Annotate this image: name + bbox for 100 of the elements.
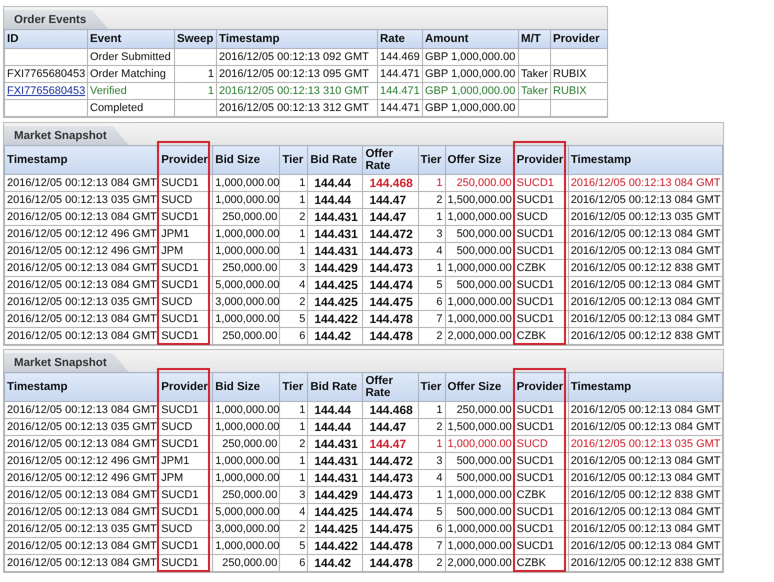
table-cell: SUCD [158,192,213,208]
table-cell: 1 [418,486,446,504]
table-cell: 2016/12/05 00:12:13 312 GMT [216,100,378,116]
table-cell: SUCD1 [514,520,568,538]
table-cell: 2016/12/05 00:12:12 496 GMT [4,452,159,470]
column-header: Offer Rate [362,372,418,402]
table-cell: 2016/12/05 00:12:13 084 GMT [4,260,159,276]
table-cell: 144.472 [362,452,418,470]
table-cell: 2016/12/05 00:12:12 838 GMT [568,328,722,344]
table-cell: 1 [280,452,308,470]
table-cell: 2016/12/05 00:12:13 084 GMT [568,452,722,470]
table-cell: 144.472 [362,226,418,242]
table-cell: SUCD1 [514,470,568,486]
table-cell: 144.44 [308,402,363,418]
table-cell: SUCD1 [514,226,568,242]
table-cell: Taker [518,82,550,100]
table-cell: 3 [418,452,446,470]
table-cell: JPM1 [158,226,213,242]
table-cell: 1 [418,402,446,418]
table-cell: 2016/12/05 00:12:13 084 GMT [568,242,722,260]
table-cell: 2 [280,520,308,538]
table-cell: 2016/12/05 00:12:13 084 GMT [568,538,722,554]
table-cell: 250,000.00 [212,208,280,226]
table-cell: 2016/12/05 00:12:13 084 GMT [568,504,722,520]
table-cell: 1,000,000.00 [212,192,280,208]
table-cell: 1 [280,192,308,208]
table-cell: 3 [280,260,308,276]
column-header: Event [88,30,174,48]
table-cell: 144.47 [362,418,418,436]
table-cell: 2016/12/05 00:12:13 035 GMT [4,294,159,310]
table-cell: 5 [280,538,308,554]
table-cell: 2016/12/05 00:12:13 084 GMT [568,402,722,418]
table-cell: 144.473 [362,470,418,486]
table-cell: 1,000,000.00 [212,226,280,242]
table-cell: 2016/12/05 00:12:13 035 GMT [568,208,722,226]
table-cell: 5 [418,504,446,520]
table-cell: 2016/12/05 00:12:13 084 GMT [568,520,722,538]
table-cell: 144.431 [308,436,363,452]
table-cell: 144.473 [362,242,418,260]
table-cell: SUCD [158,418,213,436]
table-cell: 2016/12/05 00:12:13 084 GMT [568,174,722,192]
table-cell: 6 [280,554,308,572]
table-cell: 2016/12/05 00:12:13 035 GMT [568,436,722,452]
column-header: Bid Size [212,372,280,402]
table-cell: 144.471 [378,100,422,116]
table-cell: 144.431 [308,470,363,486]
table-cell: 2 [418,192,446,208]
table-cell: 1,000,000.00 [212,418,280,436]
table-cell: 3 [280,486,308,504]
table-cell: 1,000,000.00 [212,470,280,486]
column-header: Provider [550,30,608,48]
table-cell: 144.44 [308,174,363,192]
table-cell: Completed [88,100,174,116]
table-cell: JPM [158,470,213,486]
table-cell: 144.431 [308,242,363,260]
id-link[interactable]: FXI7765680453 [7,85,86,97]
table-cell: SUCD1 [514,504,568,520]
table-cell: 5,000,000.00 [212,276,280,294]
table-cell: 2016/12/05 00:12:12 496 GMT [4,470,159,486]
table-cell: 144.47 [362,436,418,452]
table-cell: SUCD1 [514,192,568,208]
column-header: Provider [158,372,213,402]
table-cell: 1,000,000.00 [212,402,280,418]
table-cell: 144.47 [362,208,418,226]
table-cell: 1 [280,418,308,436]
column-header: Rate [378,30,422,48]
column-header: Bid Rate [308,146,363,174]
table-cell: 144.431 [308,226,363,242]
table-cell: 5 [280,310,308,328]
table-cell: 2016/12/05 00:12:12 496 GMT [4,226,159,242]
table-cell: 1 [418,208,446,226]
table-cell: RUBIX [550,66,608,82]
table-cell: GBP 1,000,000.00 [422,66,518,82]
table-cell: 5,000,000.00 [212,504,280,520]
column-header: Bid Size [212,146,280,174]
table-cell: 1 [418,174,446,192]
table-cell: SUCD1 [158,276,213,294]
table-cell: 2016/12/05 00:12:13 084 GMT [4,436,159,452]
column-header: Timestamp [4,372,159,402]
table-cell: 2 [280,294,308,310]
table-cell: SUCD [158,294,213,310]
column-header: Provider [514,146,568,174]
table-cell: 1 [280,242,308,260]
table-cell: 7 [418,538,446,554]
table-cell: 144.474 [362,504,418,520]
column-header: Offer Rate [362,146,418,174]
column-header: ID [4,30,88,48]
column-header: Offer Size [445,146,514,174]
table-cell: 144.425 [308,294,363,310]
table-cell: SUCD1 [158,486,213,504]
table-cell: 1,000,000.00 [212,452,280,470]
table-cell: 250,000.00 [212,554,280,572]
table-cell: JPM [158,242,213,260]
table-cell: 144.422 [308,538,363,554]
table-cell: 1 [280,402,308,418]
column-header: Timestamp [4,146,159,174]
table-cell: 2016/12/05 00:12:13 084 GMT [4,276,159,294]
table-cell: 2016/12/05 00:12:12 496 GMT [4,242,159,260]
table-cell: 144.471 [378,82,422,100]
table-cell: 2016/12/05 00:12:13 084 GMT [568,294,722,310]
